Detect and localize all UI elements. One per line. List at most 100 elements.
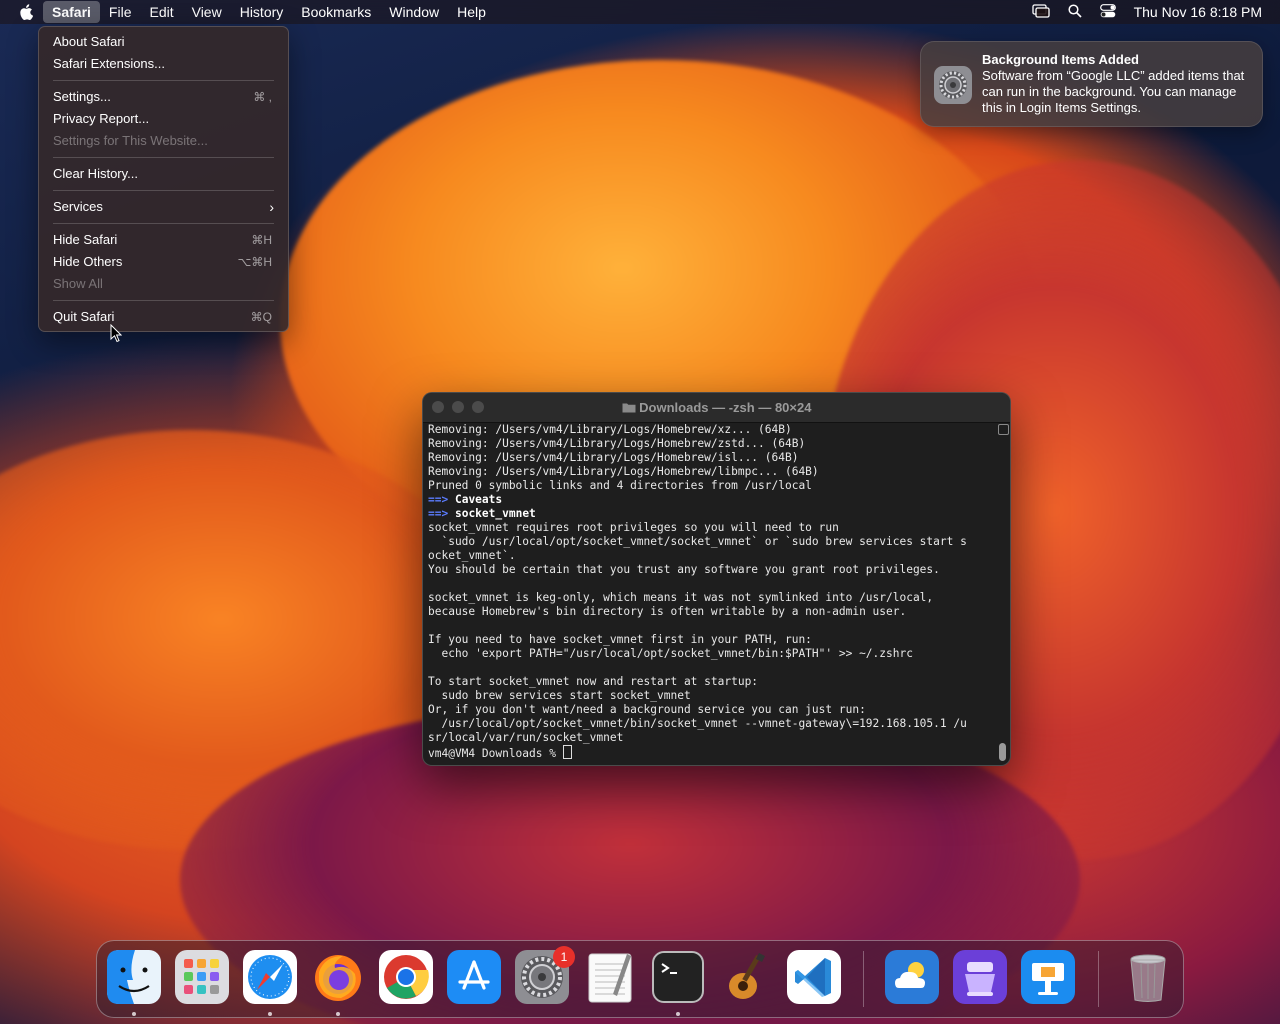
menu-edit[interactable]: Edit xyxy=(140,1,182,23)
scroll-page-button[interactable] xyxy=(998,424,1009,435)
control-center-icon[interactable] xyxy=(1099,3,1116,21)
launchpad-icon[interactable] xyxy=(175,950,229,1004)
menu-separator xyxy=(53,157,274,158)
menu-item-shortcut: ⌘ , xyxy=(253,90,272,104)
running-indicator xyxy=(132,1012,136,1016)
package-heading: socket_vmnet xyxy=(454,507,536,520)
menu-item-services[interactable]: Services › xyxy=(39,196,288,218)
app-store-icon[interactable] xyxy=(447,950,501,1004)
terminal-line: You should be certain that you trust any… xyxy=(428,563,940,576)
menu-item-label: Clear History... xyxy=(53,166,138,181)
terminal-cursor xyxy=(562,745,572,759)
terminal-line: To start socket_vmnet now and restart at… xyxy=(428,675,759,688)
terminal-line: If you need to have socket_vmnet first i… xyxy=(428,633,812,646)
dock: 1 xyxy=(96,940,1184,1018)
menu-separator xyxy=(53,190,274,191)
terminal-line: Removing: /Users/vm4/Library/Logs/Homebr… xyxy=(428,423,792,436)
terminal-line: Or, if you don't want/need a background … xyxy=(428,703,866,716)
menu-view[interactable]: View xyxy=(183,1,231,23)
menu-item-settings[interactable]: Settings... ⌘ , xyxy=(39,86,288,108)
terminal-prompt: vm4@VM4 Downloads % xyxy=(428,747,563,760)
mouse-pointer-icon xyxy=(110,323,123,348)
terminal-line: socket_vmnet requires root privileges so… xyxy=(428,521,839,534)
menu-bar: Safari File Edit View History Bookmarks … xyxy=(0,0,1280,24)
menu-item-hide-others[interactable]: Hide Others ⌥⌘H xyxy=(39,251,288,273)
menu-help[interactable]: Help xyxy=(448,1,495,23)
menu-history[interactable]: History xyxy=(231,1,293,23)
notification-banner[interactable]: Background Items Added Software from “Go… xyxy=(920,41,1263,127)
menu-separator xyxy=(53,223,274,224)
menu-item-label: Show All xyxy=(53,276,103,291)
terminal-line: echo 'export PATH="/usr/local/opt/socket… xyxy=(428,647,913,660)
menu-item-clear-history[interactable]: Clear History... xyxy=(39,163,288,185)
menu-item-shortcut: ⌘H xyxy=(251,233,272,247)
search-icon[interactable] xyxy=(1068,3,1082,21)
terminal-line: ​ xyxy=(428,661,996,675)
menu-item-hide-safari[interactable]: Hide Safari ⌘H xyxy=(39,229,288,251)
menu-item-label: Services xyxy=(53,199,103,214)
terminal-line: ​ xyxy=(428,577,996,591)
menu-item-shortcut: ⌥⌘H xyxy=(237,255,273,269)
apple-menu-icon[interactable] xyxy=(17,4,35,20)
finder-icon[interactable] xyxy=(107,950,161,1004)
menu-item-safari-extensions[interactable]: Safari Extensions... xyxy=(39,53,288,75)
firefox-icon[interactable] xyxy=(311,950,365,1004)
terminal-line: ocket_vmnet`. xyxy=(428,549,516,562)
vscode-icon[interactable] xyxy=(787,950,841,1004)
system-settings-icon[interactable]: 1 xyxy=(515,946,575,1004)
trash-icon[interactable] xyxy=(1121,950,1175,1004)
terminal-line: sr/local/var/run/socket_vmnet xyxy=(428,731,624,744)
menu-separator xyxy=(53,300,274,301)
terminal-title-bar[interactable]: Downloads — -zsh — 80×24 xyxy=(423,393,1010,423)
textedit-icon[interactable] xyxy=(583,950,637,1004)
dock-separator xyxy=(1098,951,1099,1007)
scrollbar-thumb[interactable] xyxy=(999,743,1006,761)
terminal-line: /usr/local/opt/socket_vmnet/bin/socket_v… xyxy=(428,717,967,730)
system-settings-icon xyxy=(934,66,972,104)
menu-separator xyxy=(53,80,274,81)
menu-file[interactable]: File xyxy=(100,1,141,23)
menu-item-quit-safari[interactable]: Quit Safari ⌘Q xyxy=(39,306,288,328)
menu-item-label: Hide Others xyxy=(53,254,123,269)
menu-item-label: Hide Safari xyxy=(53,232,118,247)
terminal-line: Removing: /Users/vm4/Library/Logs/Homebr… xyxy=(428,451,799,464)
terminal-line: ​ xyxy=(428,619,996,633)
weather-icon[interactable] xyxy=(885,950,939,1004)
terminal-title: Downloads — -zsh — 80×24 xyxy=(423,400,1010,415)
garageband-icon[interactable] xyxy=(719,950,773,1004)
menubar-clock[interactable]: Thu Nov 16 8:18 PM xyxy=(1134,4,1262,20)
running-indicator xyxy=(268,1012,272,1016)
safari-icon[interactable] xyxy=(243,950,297,1004)
screen-mirroring-icon[interactable] xyxy=(1031,3,1050,21)
apple-configurator-icon[interactable] xyxy=(953,950,1007,1004)
terminal-output[interactable]: Removing: /Users/vm4/Library/Logs/Homebr… xyxy=(428,423,996,765)
terminal-prompt-line[interactable]: vm4@VM4 Downloads % xyxy=(428,745,996,761)
menu-item-label: Settings... xyxy=(53,89,111,104)
terminal-line-caveats: ==> Caveats xyxy=(428,493,996,507)
menu-item-privacy-report[interactable]: Privacy Report... xyxy=(39,108,288,130)
menu-item-label: Settings for This Website... xyxy=(53,133,208,148)
chrome-icon[interactable] xyxy=(379,950,433,1004)
menu-window[interactable]: Window xyxy=(380,1,448,23)
dock-separator xyxy=(863,951,864,1007)
menu-item-label: Privacy Report... xyxy=(53,111,150,126)
terminal-window[interactable]: Downloads — -zsh — 80×24 Removing: /User… xyxy=(422,392,1011,766)
menu-item-label: Safari Extensions... xyxy=(53,56,165,71)
menu-safari[interactable]: Safari xyxy=(43,1,100,23)
terminal-line-package: ==> socket_vmnet xyxy=(428,507,996,521)
caveats-heading: Caveats xyxy=(454,493,503,506)
terminal-scrollbar[interactable] xyxy=(997,423,1009,763)
menu-bookmarks[interactable]: Bookmarks xyxy=(292,1,380,23)
terminal-icon[interactable] xyxy=(651,950,705,1004)
menu-item-settings-for-website: Settings for This Website... xyxy=(39,130,288,152)
notification-body: Software from “Google LLC” added items t… xyxy=(982,68,1245,115)
running-indicator xyxy=(336,1012,340,1016)
notification-title: Background Items Added xyxy=(982,52,1139,67)
folder-icon xyxy=(622,400,640,415)
terminal-line: `sudo /usr/local/opt/socket_vmnet/socket… xyxy=(428,535,967,548)
menu-item-show-all: Show All xyxy=(39,273,288,295)
keynote-icon[interactable] xyxy=(1021,950,1075,1004)
menu-item-about-safari[interactable]: About Safari xyxy=(39,31,288,53)
terminal-line: sudo brew services start socket_vmnet xyxy=(428,689,691,702)
menu-item-label: Quit Safari xyxy=(53,309,115,324)
